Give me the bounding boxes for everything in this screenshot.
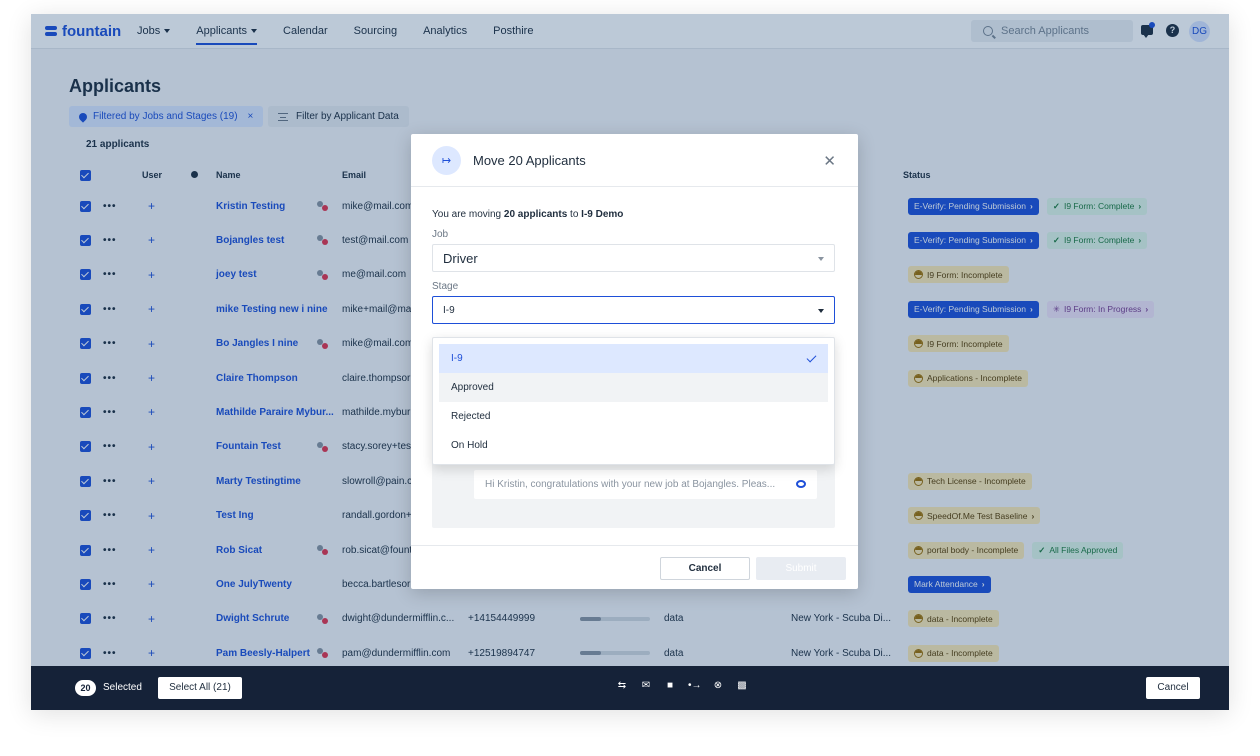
app-window: fountain Jobs Applicants Calendar Sourci… xyxy=(31,14,1229,710)
submit-button[interactable]: Submit xyxy=(756,557,846,580)
transfer-icon[interactable]: •→ xyxy=(688,680,702,692)
delete-icon[interactable]: ▩ xyxy=(736,680,748,692)
close-icon[interactable]: ✕ xyxy=(823,152,836,170)
message-preview-area: Hi Kristin, congratulations with your ne… xyxy=(432,460,835,528)
stage-label: Stage xyxy=(432,281,459,292)
stage-option-label: On Hold xyxy=(451,440,488,451)
select-all-button[interactable]: Select All (21) xyxy=(158,677,242,699)
bulk-action-icons: ⇆ ✉ ■ •→ ⊗ ▩ xyxy=(616,680,748,692)
stage-dropdown-menu: I-9 Approved Rejected On Hold xyxy=(432,337,835,465)
modal-header: ↦ Move 20 Applicants ✕ xyxy=(411,134,858,187)
moving-mid: to xyxy=(567,209,582,220)
selected-count-badge: 20 xyxy=(75,680,96,696)
cancel-button[interactable]: Cancel xyxy=(660,557,750,580)
moving-summary: You are moving 20 applicants to I-9 Demo xyxy=(432,209,835,220)
stage-select[interactable]: I-9 xyxy=(432,296,835,324)
job-value: Driver xyxy=(443,250,478,266)
modal-body: You are moving 20 applicants to I-9 Demo… xyxy=(432,209,835,324)
moving-prefix: You are moving xyxy=(432,209,504,220)
message-preview-input[interactable]: Hi Kristin, congratulations with your ne… xyxy=(474,470,817,499)
move-arrow-icon: ↦ xyxy=(432,145,461,175)
stage-option-on-hold[interactable]: On Hold xyxy=(439,431,828,460)
chevron-down-icon xyxy=(818,257,824,261)
modal-footer: Cancel Submit xyxy=(411,545,858,589)
message-preview-text: Hi Kristin, congratulations with your ne… xyxy=(485,479,776,490)
stage-option-i9[interactable]: I-9 xyxy=(439,344,828,373)
stage-option-label: Approved xyxy=(451,382,494,393)
cancel-selection-button[interactable]: Cancel xyxy=(1146,677,1200,699)
job-select[interactable]: Driver xyxy=(432,244,835,272)
modal-title: Move 20 Applicants xyxy=(473,152,586,168)
bulk-action-bar: 20 Selected Select All (21) ⇆ ✉ ■ •→ ⊗ ▩… xyxy=(31,666,1229,710)
stage-option-rejected[interactable]: Rejected xyxy=(439,402,828,431)
stage-option-label: I-9 xyxy=(451,353,463,364)
stage-option-approved[interactable]: Approved xyxy=(439,373,828,402)
checkmark-icon xyxy=(806,352,817,363)
stage-option-label: Rejected xyxy=(451,411,491,422)
selected-label: Selected xyxy=(103,682,142,693)
eye-icon[interactable] xyxy=(796,480,806,488)
move-icon[interactable]: ⇆ xyxy=(616,680,628,692)
moving-target: I-9 Demo xyxy=(581,209,624,220)
move-applicants-modal: ↦ Move 20 Applicants ✕ You are moving 20… xyxy=(411,134,858,589)
reject-icon[interactable]: ⊗ xyxy=(712,680,724,692)
email-icon[interactable]: ✉ xyxy=(640,680,652,692)
moving-count: 20 applicants xyxy=(503,209,568,220)
job-label: Job xyxy=(432,229,449,240)
chevron-down-icon xyxy=(818,309,824,313)
stage-value: I-9 xyxy=(443,304,455,316)
message-icon[interactable]: ■ xyxy=(664,680,676,692)
